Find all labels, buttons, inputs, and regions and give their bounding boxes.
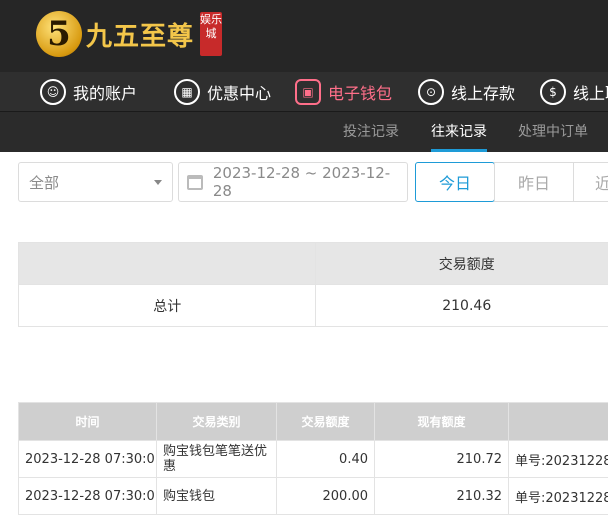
nav-item-label: 我的账户: [73, 84, 138, 103]
nav-item-label: 电子钱包: [328, 84, 393, 103]
cell-balance: 210.72: [374, 440, 509, 478]
cell-balance: 210.32: [374, 477, 509, 515]
select-value: 全部: [29, 173, 60, 192]
user-icon: ☺: [40, 79, 66, 105]
date-range-picker[interactable]: 2023-12-28 ~ 2023-12-28: [178, 162, 408, 202]
calendar-icon: [187, 174, 203, 190]
nav-item-withdraw[interactable]: $ 线上取: [540, 72, 608, 112]
nav-item-deposit[interactable]: ⊙ 线上存款: [418, 72, 515, 112]
col-header-type: 交易类别: [156, 402, 277, 441]
transaction-type-select[interactable]: 全部: [18, 162, 173, 202]
sub-nav: 投注记录 往来记录 处理中订单: [0, 112, 608, 152]
nav-item-account[interactable]: ☺ 我的账户: [40, 72, 137, 112]
summary-total-label: 总计: [17, 284, 317, 327]
cell-time: 2023-12-28 07:30:01: [18, 440, 157, 478]
summary-header-row: 交易额度: [17, 242, 608, 285]
nav-item-label: 线上取: [573, 84, 608, 103]
cell-amount: 0.40: [276, 440, 375, 478]
gift-icon: ▦: [174, 79, 200, 105]
summary-total-row: 总计 210.46: [17, 284, 608, 327]
chevron-down-icon: [154, 180, 162, 185]
summary-total-value: 210.46: [315, 284, 608, 327]
col-header-remark: [508, 402, 608, 441]
yesterday-button[interactable]: 昨日: [494, 162, 574, 202]
wallet-icon: ▣: [295, 79, 321, 105]
withdraw-icon: $: [540, 79, 566, 105]
transaction-table: 时间 交易类别 交易额度 现有额度 2023-12-28 07:30:01 购宝…: [18, 402, 608, 515]
tab-transaction-records[interactable]: 往来记录: [431, 112, 487, 152]
deposit-icon: ⊙: [418, 79, 444, 105]
nav-item-label: 优惠中心: [207, 84, 272, 103]
nav-item-promotions[interactable]: ▦ 优惠中心: [174, 72, 271, 112]
date-range-value: 2023-12-28 ~ 2023-12-28: [212, 164, 391, 200]
tab-pending-orders[interactable]: 处理中订单: [518, 112, 588, 152]
cell-order: 单号:20231228: [508, 477, 608, 515]
cell-order: 单号:20231228: [508, 440, 608, 478]
cell-time: 2023-12-28 07:30:01: [18, 477, 157, 515]
col-header-time: 时间: [18, 402, 157, 441]
nav-item-wallet[interactable]: ▣ 电子钱包: [295, 72, 392, 112]
main-nav: ☺ 我的账户 ▦ 优惠中心 ▣ 电子钱包 ⊙ 线上存款 $ 线上取: [0, 72, 608, 112]
summary-header-amount: 交易额度: [315, 242, 608, 285]
today-button[interactable]: 今日: [415, 162, 495, 202]
summary-header-blank: [17, 242, 317, 285]
site-logo[interactable]: 5 九五至尊 娱乐城: [36, 8, 223, 60]
tab-bet-records[interactable]: 投注记录: [343, 112, 399, 152]
transaction-header-row: 时间 交易类别 交易额度 现有额度: [18, 402, 608, 441]
site-header: 5 九五至尊 娱乐城: [0, 0, 608, 72]
summary-table: 交易额度 总计 210.46: [17, 242, 608, 327]
nav-item-label: 线上存款: [451, 84, 516, 103]
cell-amount: 200.00: [276, 477, 375, 515]
logo-badge: 5: [36, 11, 82, 57]
col-header-amount: 交易额度: [276, 402, 375, 441]
logo-seal: 娱乐城: [200, 12, 223, 56]
table-row: 2023-12-28 07:30:01 购宝钱包笔笔送优惠 0.40 210.7…: [18, 440, 608, 478]
logo-title: 九五至尊: [86, 21, 195, 52]
recent-button[interactable]: 近: [573, 162, 608, 202]
cell-type: 购宝钱包: [156, 477, 277, 515]
cell-type: 购宝钱包笔笔送优惠: [156, 440, 277, 478]
col-header-balance: 现有额度: [374, 402, 509, 441]
table-row: 2023-12-28 07:30:01 购宝钱包 200.00 210.32 单…: [18, 477, 608, 515]
